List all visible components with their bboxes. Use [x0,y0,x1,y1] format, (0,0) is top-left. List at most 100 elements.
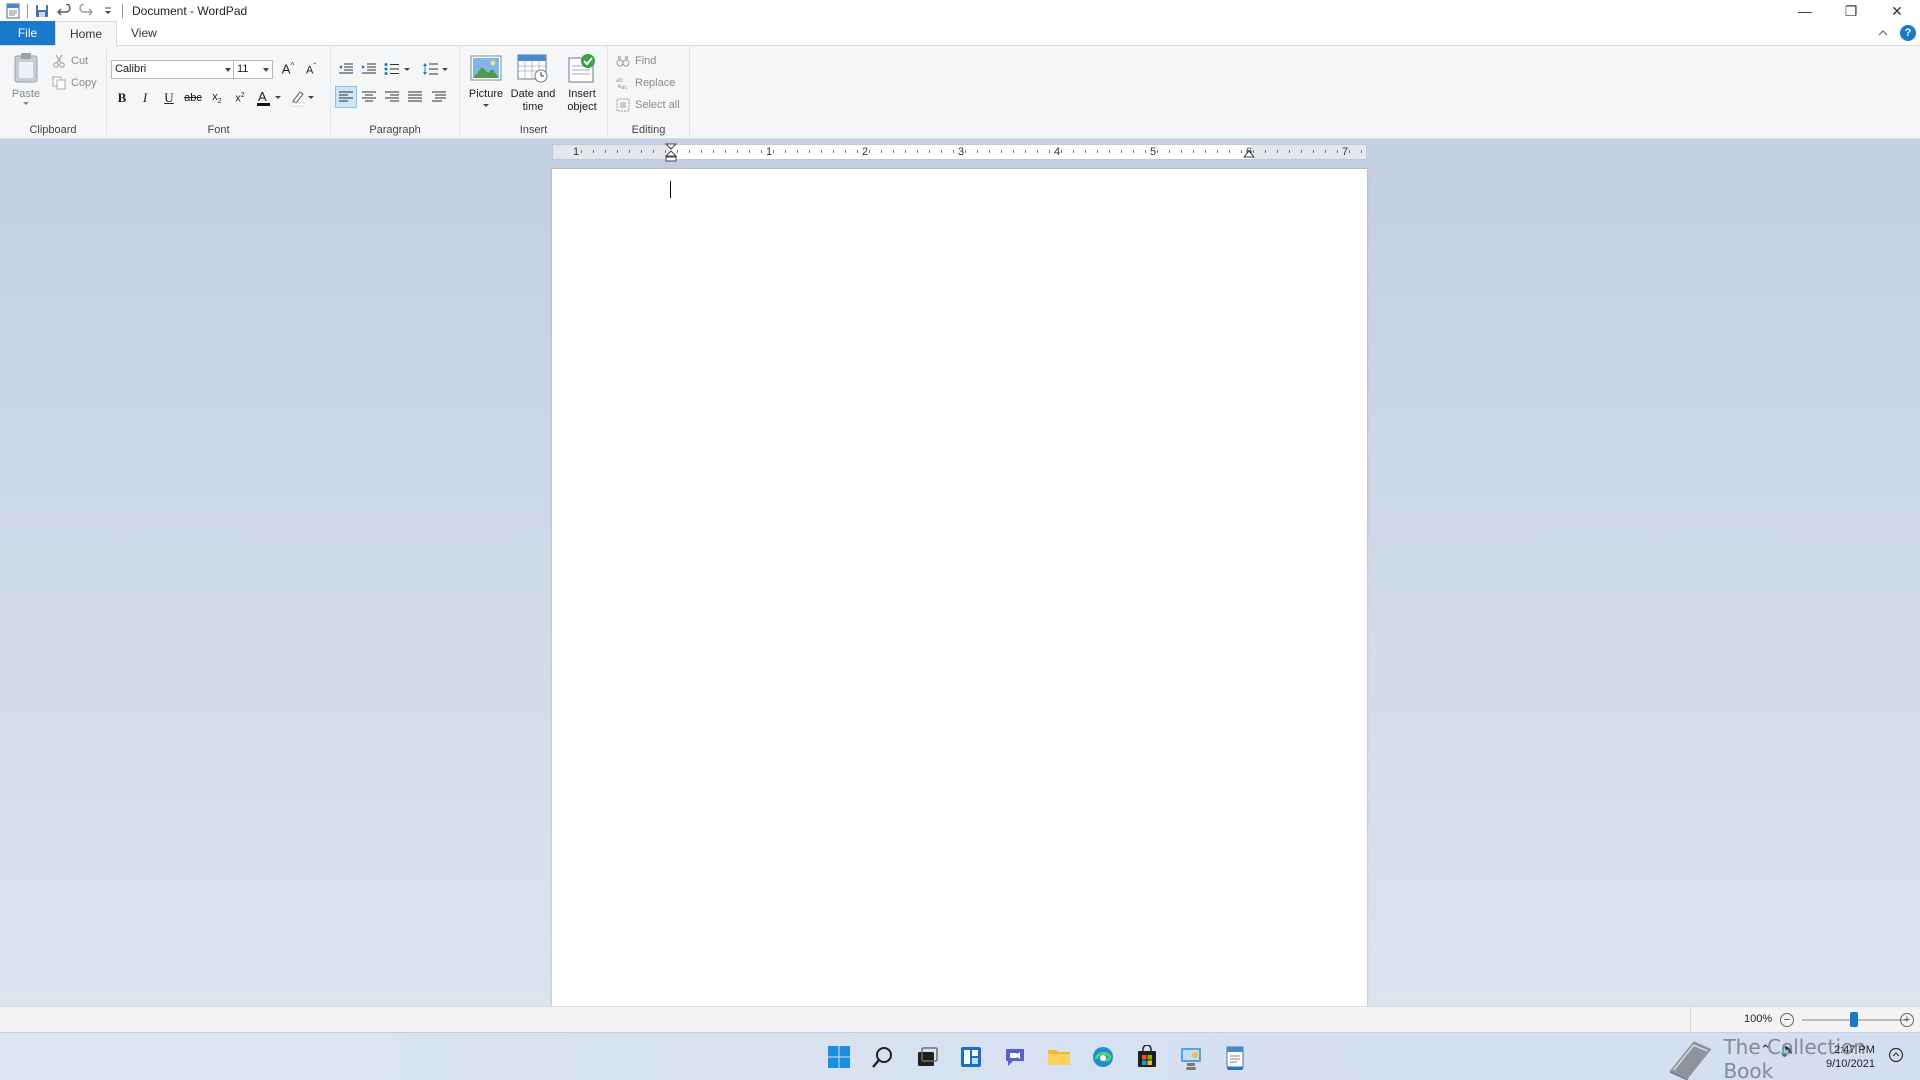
redo-icon[interactable] [75,0,97,22]
collapse-ribbon-icon[interactable] [1878,26,1888,40]
ruler-tick [1277,150,1278,153]
font-size-dropdown[interactable]: 11 [233,60,273,79]
tab-view[interactable]: View [117,21,171,45]
picture-dropdown-icon[interactable] [483,104,489,107]
ruler-tick [1073,150,1074,153]
start-button[interactable] [823,1041,855,1073]
paste-button[interactable]: Paste [10,52,42,105]
store-icon [1138,1045,1156,1067]
wordpad-taskbar-button[interactable] [1219,1041,1251,1073]
subscript-button[interactable]: x2 [206,87,228,109]
chat-icon [1006,1049,1024,1066]
clock[interactable]: 2:47 PM 9/10/2021 [1826,1043,1875,1071]
paste-dropdown-icon[interactable] [23,102,29,105]
line-spacing-button[interactable] [421,58,451,80]
ruler-tick [1229,150,1230,153]
maximize-button[interactable]: ❐ [1828,0,1874,22]
strikethrough-button[interactable]: abc [182,87,204,109]
window-title: Document - WordPad [132,4,248,18]
zoom-slider-thumb[interactable] [1850,1012,1858,1027]
ruler-tick [677,150,678,153]
save-icon[interactable] [31,0,53,22]
italic-button[interactable]: I [134,87,156,109]
paragraph-settings-button[interactable] [428,86,450,108]
increase-indent-button[interactable] [358,58,380,80]
align-left-button[interactable] [335,86,357,108]
zoom-out-button[interactable]: − [1780,1013,1794,1027]
font-family-dropdown[interactable]: Calibri [111,60,235,79]
paragraph-group: Paragraph [331,46,460,139]
ruler-tick [905,150,906,153]
file-explorer-button[interactable] [1043,1041,1075,1073]
italic-icon: I [142,90,148,105]
highlight-color-button[interactable] [289,87,317,109]
minimize-button[interactable]: — [1782,0,1828,22]
date-and-time-button[interactable]: Date and time [507,52,559,114]
tab-home[interactable]: Home [55,21,118,46]
shrink-font-button[interactable]: Aˇ [300,58,322,80]
picture-icon [470,52,502,84]
ruler-tick [1025,150,1026,153]
ruler-tick [1097,150,1098,153]
bold-button[interactable]: B [111,87,133,109]
ruler-tick [1265,150,1266,153]
underline-button[interactable]: U [158,87,180,109]
find-label: Find [635,55,657,67]
cut-button[interactable]: Cut [52,54,88,68]
grow-font-button[interactable]: A^ [277,58,299,80]
select-all-button[interactable]: Select all [616,98,680,112]
zoom-in-button[interactable]: + [1900,1013,1914,1027]
superscript-button[interactable]: x2 [229,87,251,109]
clipboard-group-label: Clipboard [29,124,77,136]
editing-group: Find ab ac Replace Select all Editing [608,46,690,139]
chat-button[interactable] [999,1041,1031,1073]
find-button[interactable]: Find [616,54,656,68]
superscript-icon: x2 [235,91,245,105]
indent-marker-icon[interactable] [665,143,677,163]
align-right-button[interactable] [381,86,403,108]
paragraph-group-label: Paragraph [369,124,421,136]
ruler-tick [989,150,990,153]
decrease-indent-button[interactable] [335,58,357,80]
document-page[interactable] [552,169,1367,1006]
bullets-button[interactable] [383,58,413,80]
undo-icon[interactable] [53,0,75,22]
insert-object-button[interactable]: Insert object [560,52,604,114]
volume-icon[interactable]: 🔈 [1781,1042,1797,1058]
wordpad-app-icon[interactable] [2,0,24,22]
system-tray: ⌃ 🔈 [1760,1042,1797,1058]
control-panel-button[interactable] [1175,1041,1207,1073]
decrease-indent-icon [339,63,353,74]
grow-font-icon: A^ [281,61,295,77]
replace-button[interactable]: ab ac Replace [616,76,675,90]
ruler-tick [917,150,918,153]
ruler-tick [797,150,798,153]
ruler-tick [641,150,642,153]
copy-button[interactable]: Copy [52,76,97,90]
text-color-button[interactable]: A [256,87,284,109]
taskbar: The Collection Book ⌃ 🔈 2:47 PM 9/10/202… [0,1032,1920,1080]
ruler-number: 3 [958,146,965,158]
task-view-button[interactable] [911,1041,943,1073]
ribbon: Paste Cut Copy Clipboard Calibri 11 A^ A… [0,46,1920,139]
justify-button[interactable] [404,86,426,108]
status-bar: 100% − + [0,1006,1920,1033]
align-center-button[interactable] [358,86,380,108]
help-icon[interactable]: ? [1900,25,1916,41]
ruler-tick [881,150,882,153]
ruler-tick [1181,150,1182,153]
customize-toolbar-icon[interactable] [97,0,119,22]
editing-group-label: Editing [631,124,666,136]
notifications-icon[interactable] [1888,1047,1904,1066]
search-button[interactable] [867,1041,899,1073]
ruler-number: 1 [573,146,580,158]
widgets-button[interactable] [955,1041,987,1073]
edge-browser-button[interactable] [1087,1041,1119,1073]
chevron-down-icon [225,68,231,72]
chevron-up-icon[interactable]: ⌃ [1760,1042,1771,1058]
picture-button[interactable]: Picture [466,52,506,107]
close-button[interactable]: ✕ [1874,0,1920,22]
tab-file[interactable]: File [0,21,55,45]
microsoft-store-button[interactable] [1131,1041,1163,1073]
horizontal-ruler[interactable]: 1 1 2 3 4 5 6 7 [552,143,1367,163]
